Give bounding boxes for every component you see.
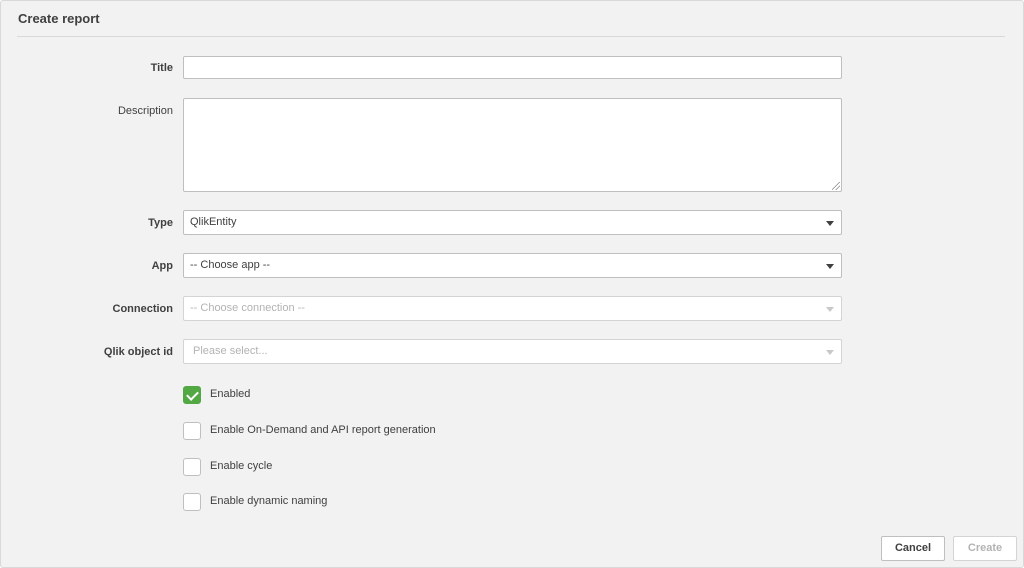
- title-input[interactable]: [183, 56, 842, 79]
- create-report-panel: Create report Title Description Type Qli…: [0, 0, 1024, 568]
- object-id-placeholder: Please select...: [193, 345, 268, 357]
- title-label: Title: [150, 62, 173, 74]
- dialog-title: Create report: [18, 11, 100, 26]
- app-select-value: -- Choose app --: [190, 259, 271, 271]
- object-id-select[interactable]: Please select...: [183, 339, 842, 364]
- header-divider: [17, 36, 1005, 37]
- enabled-checkbox[interactable]: [183, 386, 201, 404]
- cycle-checkbox[interactable]: [183, 458, 201, 476]
- app-label: App: [151, 260, 173, 272]
- connection-select-value: -- Choose connection --: [190, 302, 305, 314]
- description-textarea[interactable]: [183, 98, 842, 192]
- cycle-label: Enable cycle: [210, 460, 273, 472]
- connection-select[interactable]: -- Choose connection --: [183, 296, 842, 321]
- object-id-label: Qlik object id: [103, 346, 173, 358]
- type-select-value: QlikEntity: [190, 216, 237, 228]
- connection-label: Connection: [112, 303, 174, 315]
- dynamic-naming-label: Enable dynamic naming: [210, 495, 328, 507]
- chevron-down-icon: [826, 350, 834, 355]
- chevron-down-icon: [826, 264, 834, 269]
- chevron-down-icon: [826, 307, 834, 312]
- on-demand-label: Enable On-Demand and API report generati…: [210, 424, 436, 436]
- cancel-button[interactable]: Cancel: [881, 536, 945, 561]
- check-icon: [186, 388, 199, 401]
- dynamic-naming-checkbox[interactable]: [183, 493, 201, 511]
- create-button[interactable]: Create: [953, 536, 1017, 561]
- chevron-down-icon: [826, 221, 834, 226]
- resize-grip-icon[interactable]: [832, 182, 840, 190]
- type-select[interactable]: QlikEntity: [183, 210, 842, 235]
- on-demand-checkbox[interactable]: [183, 422, 201, 440]
- app-select[interactable]: -- Choose app --: [183, 253, 842, 278]
- description-label: Description: [117, 105, 173, 117]
- type-label: Type: [148, 217, 173, 229]
- enabled-label: Enabled: [210, 388, 251, 400]
